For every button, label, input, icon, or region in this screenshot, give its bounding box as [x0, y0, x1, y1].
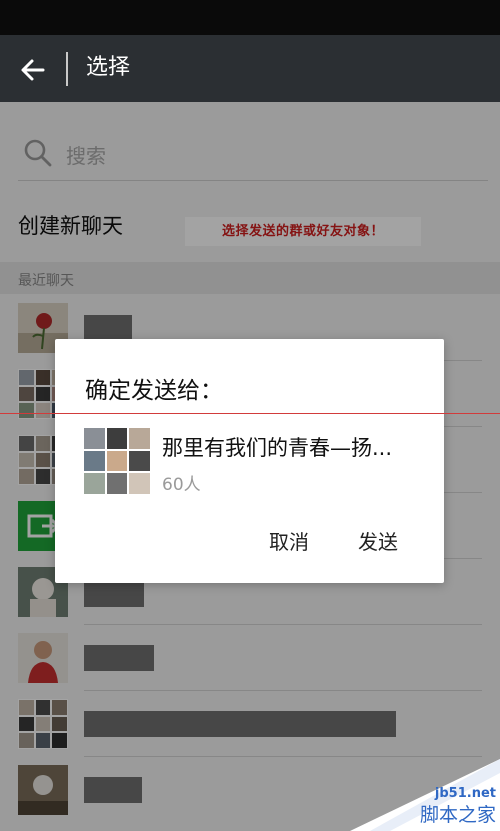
watermark: jb51.net 脚本之家: [350, 759, 500, 831]
confirm-send-dialog: 确定发送给： 那里有我们的青春—扬... 60人 取消 发送: [55, 339, 444, 583]
arrow-left-icon: [21, 59, 45, 81]
group-name: 那里有我们的青春—扬...: [162, 436, 393, 460]
app-bar: 选择: [0, 35, 500, 102]
back-button[interactable]: [16, 53, 50, 87]
page-title: 选择: [86, 55, 131, 80]
app-bar-divider: [66, 52, 68, 86]
watermark-url: jb51.net: [434, 786, 496, 801]
cancel-button[interactable]: 取消: [249, 522, 329, 558]
red-guide-line: [0, 413, 500, 414]
status-bar: [0, 0, 500, 35]
member-count: 60人: [162, 475, 201, 495]
send-button[interactable]: 发送: [338, 522, 418, 558]
group-avatar: [83, 427, 151, 495]
watermark-brand: 脚本之家: [419, 804, 496, 826]
dialog-title: 确定发送给：: [85, 378, 223, 404]
